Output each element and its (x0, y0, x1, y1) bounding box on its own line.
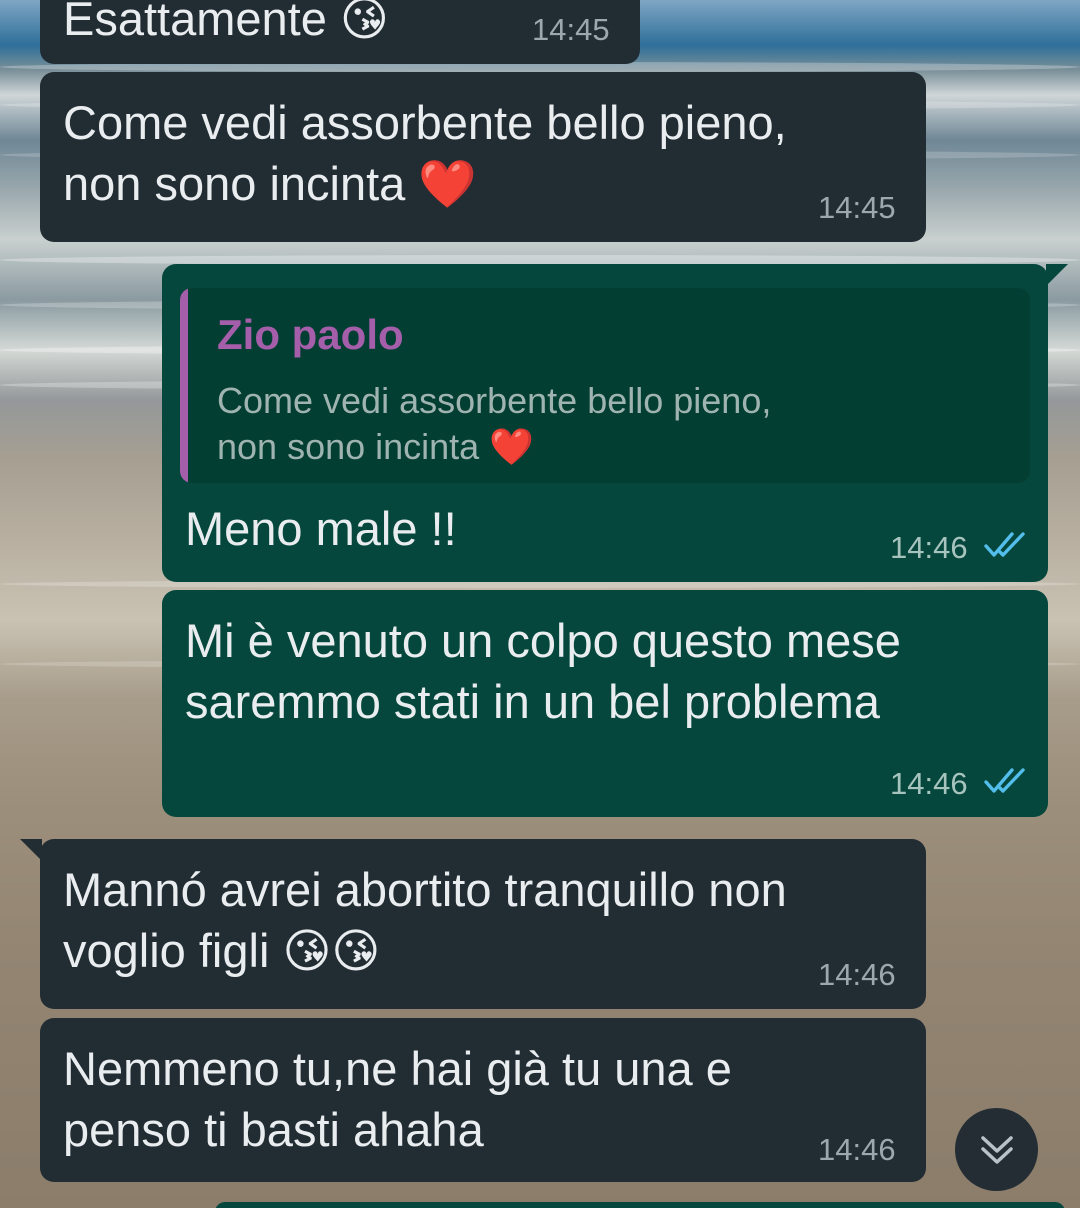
message-text: Nemmeno tu,ne hai già tu una e penso ti … (63, 1042, 732, 1156)
double-chevron-down-icon (980, 1135, 1013, 1164)
scroll-to-bottom-button[interactable] (955, 1108, 1038, 1191)
message-bubble-outgoing[interactable]: Zio paolo Come vedi assorbente bello pie… (162, 264, 1048, 582)
message-time: 14:46 (890, 530, 968, 565)
double-check-icon (984, 768, 1025, 793)
message-text: Mi è venuto un colpo questo mese saremmo… (185, 614, 901, 728)
message-bubble-outgoing[interactable]: Mi è venuto un colpo questo mese saremmo… (162, 590, 1048, 817)
message-time: 14:45 (532, 12, 610, 47)
double-check-icon (984, 532, 1025, 557)
message-bubble-outgoing-partial (215, 1202, 1065, 1208)
quote-accent-bar (180, 288, 188, 483)
bubble-tail (20, 839, 42, 861)
message-text: Come vedi assorbente bello pieno, non so… (63, 96, 787, 210)
message-bubble-incoming[interactable]: Nemmeno tu,ne hai già tu una e penso ti … (40, 1018, 926, 1182)
quote-text: Come vedi assorbente bello pieno, non so… (217, 380, 772, 467)
message-text: Meno male !! (185, 502, 457, 555)
message-text: Esattamente 😘 (63, 0, 389, 45)
quoted-reply[interactable]: Zio paolo Come vedi assorbente bello pie… (180, 288, 1030, 483)
chat-screen: Esattamente 😘 14:45 Come vedi assorbente… (0, 0, 1080, 1208)
quote-author: Zio paolo (217, 311, 404, 358)
message-time: 14:46 (890, 766, 968, 801)
message-time: 14:46 (818, 957, 896, 992)
message-text: Mannó avrei abortito tranquillo non vogl… (63, 863, 787, 977)
message-time: 14:46 (818, 1132, 896, 1167)
message-bubble-incoming[interactable]: Esattamente 😘 14:45 (40, 0, 640, 64)
message-bubble-incoming[interactable]: Mannó avrei abortito tranquillo non vogl… (40, 839, 926, 1009)
bubble-tail (1046, 264, 1068, 286)
message-time: 14:45 (818, 190, 896, 225)
message-bubble-incoming[interactable]: Come vedi assorbente bello pieno, non so… (40, 72, 926, 242)
